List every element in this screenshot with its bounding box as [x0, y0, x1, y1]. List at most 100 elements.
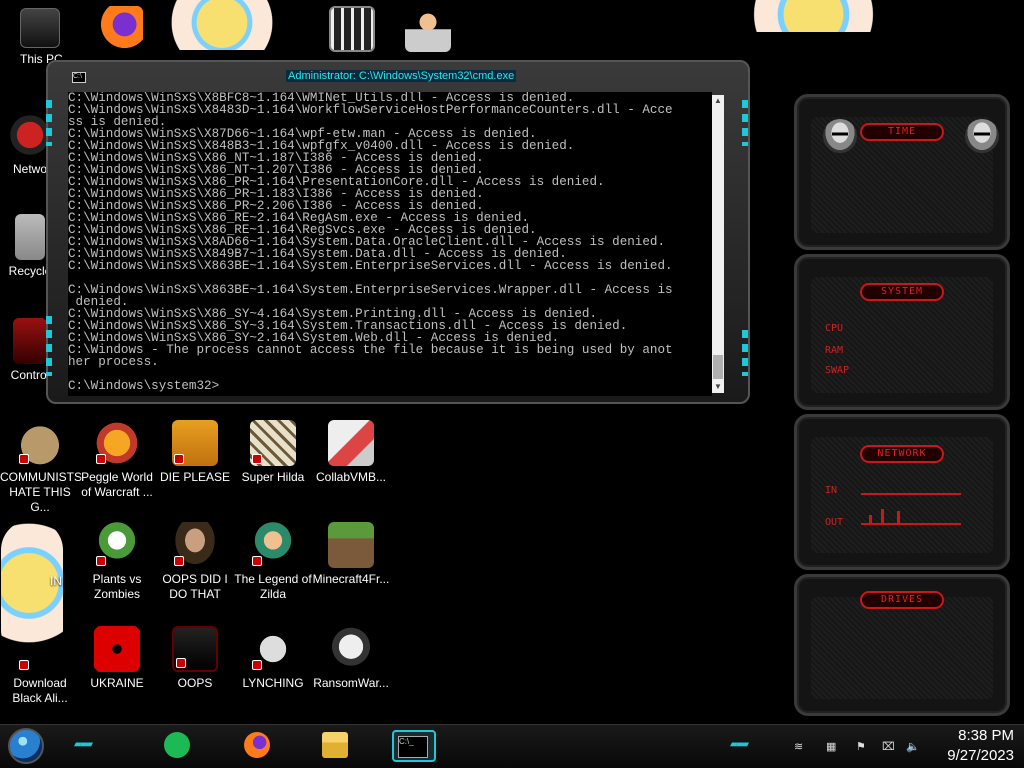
doctor-icon: [405, 6, 451, 52]
money-bag-icon: [17, 420, 63, 466]
shield-icon: [19, 454, 29, 464]
this-pc-icon: [20, 8, 60, 48]
desktop-icon-label: The Legend of Zilda: [234, 572, 312, 601]
desktop-icon[interactable]: COMMUNISTS HATE THIS G...: [0, 420, 82, 515]
minecraft-icon: [328, 522, 374, 568]
scroll-down-arrow-icon[interactable]: ▼: [712, 381, 724, 393]
anime-icon: [746, 0, 896, 32]
shield-icon: [174, 556, 184, 566]
gadget-title: TIME: [860, 123, 944, 141]
hilda-icon: [250, 420, 296, 466]
desktop-icon-label: OOPS DID I DO THAT: [162, 572, 228, 601]
network-out-graph: [861, 523, 961, 525]
this-pc-icon-item[interactable]: This PC: [0, 8, 80, 67]
cmd-system-icon[interactable]: C:\: [72, 72, 86, 83]
desktop-icon[interactable]: Minecraft4Fr...: [311, 522, 391, 587]
desktop-icon[interactable]: RansomWar...: [311, 626, 391, 691]
gadget-panel: [811, 597, 993, 699]
console-line: C:\Windows\WinSxS\X863BE~1.164\System.En…: [68, 283, 673, 297]
shield-icon: [174, 454, 184, 464]
file-explorer-icon: [322, 732, 348, 758]
console-line: C:\Windows - The process cannot access t…: [68, 343, 673, 357]
desktop-icon[interactable]: The Legend of Zilda: [233, 522, 313, 602]
desktop-icon[interactable]: Download Black Ali...: [0, 626, 80, 706]
firefox-desktop-icon[interactable]: [80, 6, 160, 56]
desktop-icon[interactable]: Plants vs Zombies: [77, 522, 157, 602]
taskbar-app-firefox[interactable]: [240, 730, 276, 762]
network-out-bar: [869, 515, 872, 523]
anime-top-right-icon[interactable]: [746, 0, 896, 36]
nvidia-icon[interactable]: ▦: [826, 741, 840, 753]
desktop-icon[interactable]: DIE PLEASE: [155, 420, 235, 485]
desktop-icon-label: COMMUNISTS HATE THIS G...: [0, 470, 82, 514]
collabvm-icon: [328, 420, 374, 466]
anime-partial-label: IN: [50, 574, 62, 588]
clock-time: 8:38 PM: [958, 727, 1014, 744]
action-center-flag-icon[interactable]: ⚑: [856, 741, 870, 753]
zilda-icon: [250, 522, 296, 568]
shield-icon: [96, 454, 106, 464]
cmd-scrollbar[interactable]: ▲ ▼: [712, 95, 724, 393]
shield-icon: [19, 660, 29, 670]
console-line: her process.: [68, 355, 159, 369]
desktop-icon-label: Super Hilda: [241, 470, 305, 484]
in-label: IN: [825, 485, 838, 496]
desktop-icon[interactable]: LYNCHING: [233, 626, 313, 691]
console-line: C:\Windows\WinSxS\X863BE~1.164\System.En…: [68, 259, 673, 273]
network-out-bar: [897, 511, 900, 523]
volume-icon[interactable]: 🔈: [906, 741, 920, 753]
drives-gadget[interactable]: DRIVES: [794, 574, 1010, 716]
desktop-icon[interactable]: CollabVMB...: [311, 420, 391, 485]
anime-top-icon[interactable]: [168, 0, 288, 54]
network-tray-icon[interactable]: ⌧: [882, 741, 896, 753]
console-line: C:\Windows\system32>: [68, 379, 220, 393]
desktop-icon[interactable]: Super Hilda: [233, 420, 313, 485]
desktop-icon-label: Peggle World of Warcraft ...: [81, 470, 153, 499]
scroll-up-arrow-icon[interactable]: ▲: [712, 95, 724, 107]
window-frame-accent: [46, 100, 52, 146]
desktop-icon[interactable]: Peggle World of Warcraft ...: [77, 420, 157, 500]
taskbar-app-file-explorer[interactable]: [318, 730, 354, 762]
desktop-icon-label: Plants vs Zombies: [92, 572, 142, 601]
scroll-thumb[interactable]: [713, 355, 723, 379]
maze-icon: [329, 6, 375, 52]
shield-icon: [176, 658, 186, 668]
desktop-icon[interactable]: UKRAINE: [77, 626, 157, 691]
taskbar-app-spotify[interactable]: [160, 730, 196, 762]
desktop-icon-label: RansomWar...: [313, 676, 389, 690]
taskbar: [0, 724, 1024, 768]
window-frame-accent: [742, 100, 748, 146]
desktop-icon[interactable]: OOPS: [155, 626, 235, 691]
ram-label: RAM: [825, 345, 844, 356]
cpu-label: CPU: [825, 323, 844, 334]
taskbar-clock[interactable]: 8:38 PM 9/27/2023: [924, 726, 1014, 766]
taskbar-accent: ▰▰▰: [730, 739, 749, 750]
desktop-icon-label: LYNCHING: [242, 676, 304, 690]
doctor-desktop-icon[interactable]: [388, 6, 468, 56]
radiation-icon: [94, 626, 140, 672]
system-gadget[interactable]: SYSTEM CPU RAM SWAP: [794, 254, 1010, 410]
lynching-icon: [250, 626, 296, 672]
network-in-graph: [861, 493, 961, 495]
desktop-icon-label: UKRAINE: [90, 676, 144, 690]
maze-desktop-icon[interactable]: [312, 6, 392, 56]
desktop-icon-label: CollabVMB...: [315, 470, 387, 484]
firefox-icon: [97, 6, 143, 52]
spotify-icon: [164, 732, 190, 758]
network-out-bar: [881, 509, 884, 523]
peggle-icon: [94, 420, 140, 466]
shield-icon: [252, 660, 262, 670]
portrait-icon: [172, 522, 218, 568]
desktop-icon[interactable]: OOPS DID I DO THAT: [155, 522, 235, 602]
cmd-console-output[interactable]: C:\Windows\WinSxS\X8BFC8~1.164\WMINet_Ut…: [68, 92, 712, 396]
taskbar-app-cmd[interactable]: C:\_: [392, 730, 436, 762]
show-hidden-icons-icon[interactable]: ≋: [794, 741, 808, 753]
start-button[interactable]: [8, 728, 44, 764]
time-gadget[interactable]: TIME: [794, 94, 1010, 250]
plants-vs-zombies-icon: [94, 522, 140, 568]
recycle-bin-icon: [15, 214, 45, 260]
shield-icon: [252, 454, 262, 464]
anime-icon: [168, 0, 288, 50]
shield-icon: [252, 556, 262, 566]
network-gadget[interactable]: NETWORK IN OUT: [794, 414, 1010, 570]
